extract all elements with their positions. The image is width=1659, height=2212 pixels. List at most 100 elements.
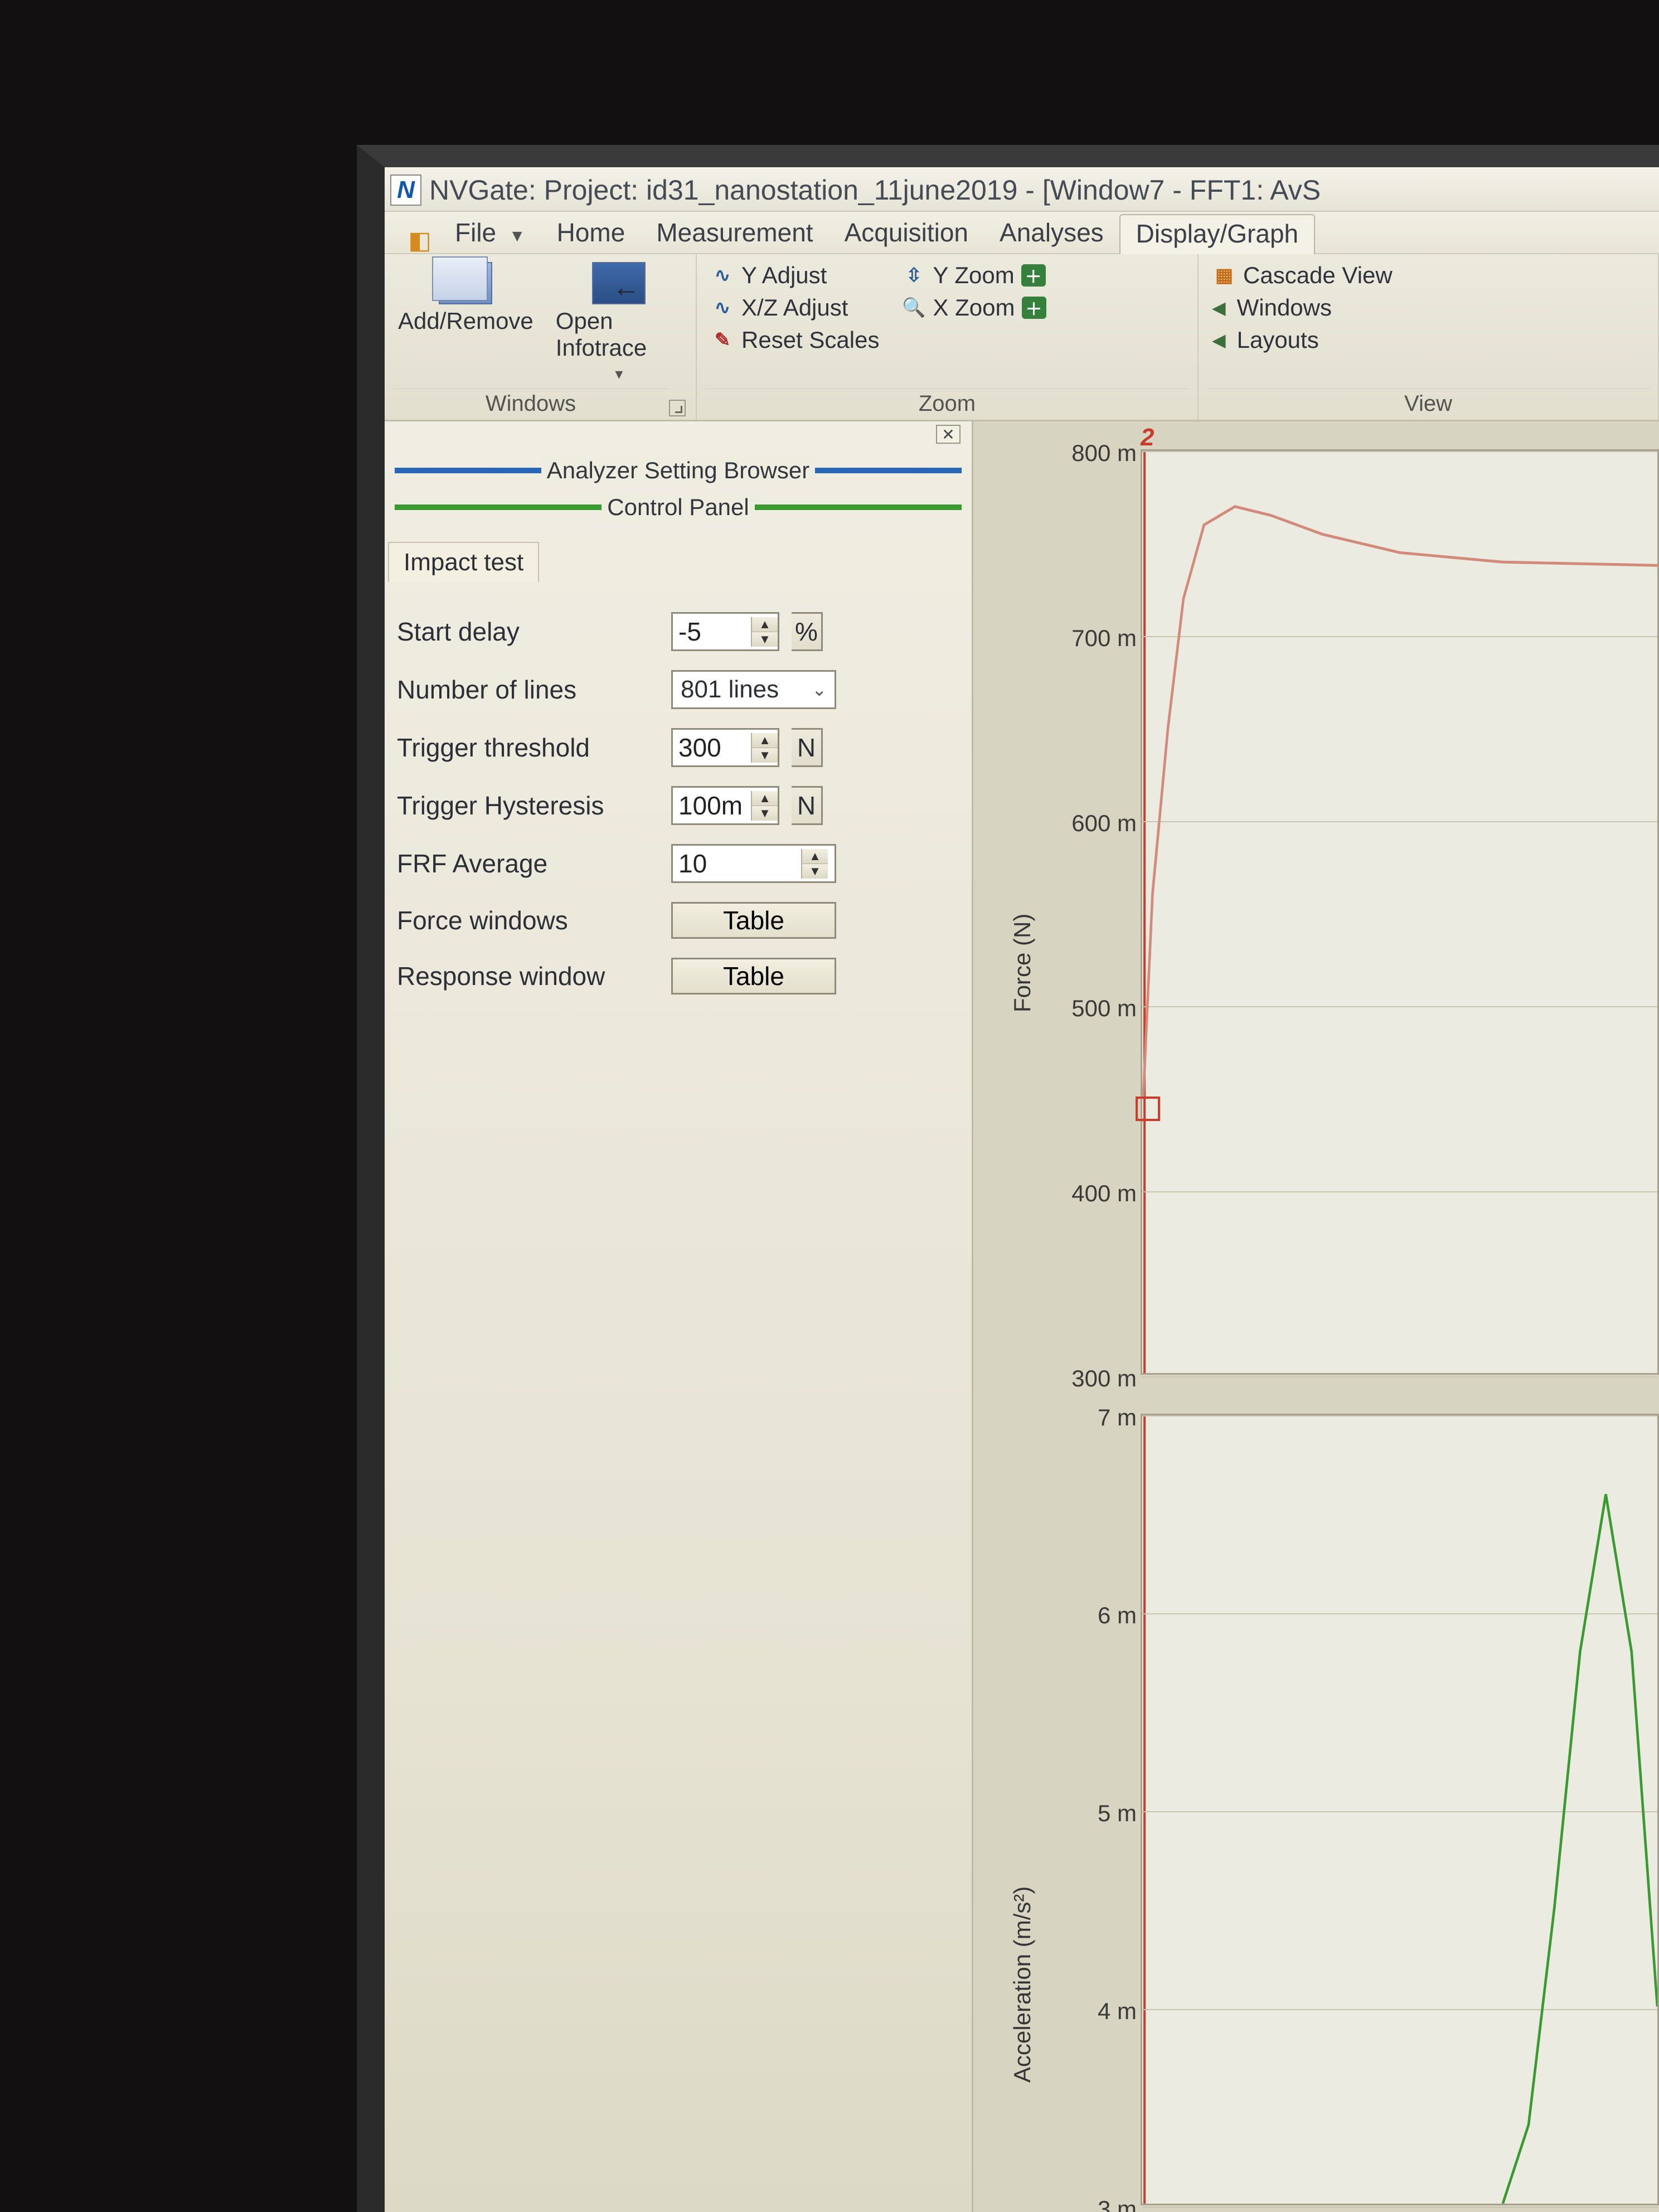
view-layouts-label: Layouts bbox=[1237, 327, 1319, 353]
tab-measurement[interactable]: Measurement bbox=[641, 214, 828, 253]
response-window-table-button[interactable]: Table bbox=[671, 958, 836, 995]
x-zoom-button[interactable]: 🔍 X Zoom ＋ bbox=[896, 293, 1051, 322]
triangle-left-icon: ◀ bbox=[1212, 297, 1226, 318]
tab-impact-test[interactable]: Impact test bbox=[388, 542, 539, 582]
tick-label: 400 m bbox=[1031, 1180, 1137, 1207]
number-of-lines-label: Number of lines bbox=[397, 675, 659, 705]
trigger-threshold-label: Trigger threshold bbox=[397, 733, 659, 763]
impact-test-form: Start delay ▲ ▼ % Number of lines 801 li… bbox=[385, 582, 972, 1025]
x-zoom-icon: 🔍 bbox=[901, 297, 926, 319]
spinner-up-icon[interactable]: ▲ bbox=[802, 849, 828, 864]
tick-label: 500 m bbox=[1031, 995, 1137, 1022]
xz-adjust-button[interactable]: ∿ X/Z Adjust bbox=[705, 293, 885, 322]
plot-area[interactable]: 2 Force (N) Acceleration (m/s²) 800 m 70… bbox=[973, 421, 1659, 2212]
tab-analyses[interactable]: Analyses bbox=[984, 214, 1119, 253]
cascade-view-icon: ▦ bbox=[1212, 264, 1236, 287]
spinner-down-icon[interactable]: ▼ bbox=[752, 806, 778, 821]
chevron-down-icon: ▼ bbox=[509, 227, 526, 245]
view-layouts-button[interactable]: ◀ Layouts bbox=[1206, 326, 1398, 355]
ribbon: Add/Remove Open Infotrace ▾ Windows ∿ bbox=[385, 254, 1659, 421]
spinner-up-icon[interactable]: ▲ bbox=[752, 733, 778, 748]
tab-display-graph[interactable]: Display/Graph bbox=[1119, 214, 1315, 254]
zoom-in-icon[interactable]: ＋ bbox=[1021, 264, 1046, 287]
ribbon-group-windows: Add/Remove Open Infotrace ▾ Windows bbox=[385, 254, 697, 420]
tab-acquisition[interactable]: Acquisition bbox=[829, 214, 984, 253]
tick-label: 3 m bbox=[1031, 2196, 1137, 2212]
spinner-down-icon[interactable]: ▼ bbox=[752, 632, 778, 647]
start-delay-input[interactable]: ▲ ▼ bbox=[671, 612, 779, 651]
ribbon-group-zoom: ∿ Y Adjust ∿ X/Z Adjust ✎ Reset Scales ⇳ bbox=[697, 254, 1199, 420]
force-trace bbox=[1142, 451, 1657, 1373]
y-adjust-icon: ∿ bbox=[710, 264, 735, 287]
y-zoom-label: Y Zoom bbox=[933, 262, 1014, 289]
start-delay-unit: % bbox=[792, 612, 823, 651]
start-delay-label: Start delay bbox=[397, 617, 659, 647]
left-side-panel: ✕ Analyzer Setting Browser Control Panel… bbox=[385, 421, 973, 2212]
control-panel-header[interactable]: Control Panel bbox=[395, 492, 962, 523]
y-adjust-button[interactable]: ∿ Y Adjust bbox=[705, 261, 885, 290]
y-zoom-icon: ⇳ bbox=[901, 264, 926, 287]
title-bar: N NVGate: Project: id31_nanostation_11ju… bbox=[385, 167, 1659, 212]
trigger-threshold-unit: N bbox=[792, 728, 823, 767]
tick-label: 4 m bbox=[1031, 1998, 1137, 2025]
spinner-down-icon[interactable]: ▼ bbox=[752, 748, 778, 763]
number-of-lines-select[interactable]: 801 lines ⌄ bbox=[671, 670, 836, 709]
frf-average-input[interactable]: ▲ ▼ bbox=[671, 844, 836, 883]
ribbon-group-view-label: View bbox=[1206, 389, 1650, 420]
start-delay-value[interactable] bbox=[673, 614, 751, 649]
analyzer-setting-browser-label: Analyzer Setting Browser bbox=[541, 457, 816, 484]
zoom-in-icon[interactable]: ＋ bbox=[1022, 297, 1046, 319]
app-window: N NVGate: Project: id31_nanostation_11ju… bbox=[357, 145, 1659, 2212]
windows-stack-icon bbox=[439, 262, 492, 304]
number-of-lines-value: 801 lines bbox=[681, 676, 779, 704]
ribbon-group-windows-label: Windows bbox=[392, 389, 669, 420]
accel-plot[interactable]: 7 m 6 m 5 m 4 m 3 m bbox=[1141, 1414, 1659, 2205]
ribbon-tab-row: ◧ File ▼ Home Measurement Acquisition An… bbox=[385, 212, 1659, 254]
spinner-up-icon[interactable]: ▲ bbox=[752, 791, 778, 806]
open-infotrace-label: Open Infotrace bbox=[556, 308, 682, 361]
response-window-label: Response window bbox=[397, 961, 659, 991]
trigger-hysteresis-value[interactable] bbox=[673, 788, 751, 823]
tick-label: 600 m bbox=[1031, 810, 1137, 837]
ribbon-group-view: ▦ Cascade View ◀ Windows ◀ Layouts View bbox=[1199, 254, 1659, 420]
reset-scales-icon: ✎ bbox=[710, 329, 735, 351]
ribbon-group-zoom-label: Zoom bbox=[705, 389, 1190, 420]
tick-label: 7 m bbox=[1031, 1404, 1137, 1431]
force-plot[interactable]: 800 m 700 m 600 m 500 m 400 m 300 m bbox=[1141, 449, 1659, 1375]
reset-scales-button[interactable]: ✎ Reset Scales bbox=[705, 326, 885, 355]
trigger-hysteresis-input[interactable]: ▲ ▼ bbox=[671, 786, 779, 825]
control-panel-label: Control Panel bbox=[601, 494, 754, 521]
tab-file-label: File bbox=[455, 218, 496, 247]
add-remove-button[interactable]: Add/Remove bbox=[392, 259, 539, 338]
dialog-launcher-icon[interactable] bbox=[669, 400, 686, 416]
app-logo-icon: N bbox=[390, 174, 421, 206]
frf-average-value[interactable] bbox=[673, 846, 801, 881]
x-zoom-label: X Zoom bbox=[933, 294, 1015, 321]
tick-label: 6 m bbox=[1031, 1602, 1137, 1629]
cursor-marker-2: 2 bbox=[1141, 424, 1154, 452]
cascade-view-button[interactable]: ▦ Cascade View bbox=[1206, 261, 1398, 290]
analyzer-setting-browser-header[interactable]: Analyzer Setting Browser bbox=[395, 455, 962, 486]
open-infotrace-button[interactable]: Open Infotrace ▾ bbox=[550, 259, 688, 386]
panel-close-button[interactable]: ✕ bbox=[936, 425, 961, 444]
trigger-hysteresis-unit: N bbox=[792, 786, 823, 825]
trigger-threshold-value[interactable] bbox=[673, 730, 751, 765]
app-menu-icon[interactable]: ◧ bbox=[407, 227, 433, 253]
spinner-up-icon[interactable]: ▲ bbox=[752, 617, 778, 632]
spinner-down-icon[interactable]: ▼ bbox=[802, 864, 828, 879]
chevron-down-icon: ▾ bbox=[615, 365, 623, 383]
tab-home[interactable]: Home bbox=[541, 214, 641, 253]
y-zoom-button[interactable]: ⇳ Y Zoom ＋ bbox=[896, 261, 1051, 290]
xz-adjust-icon: ∿ bbox=[710, 297, 735, 319]
tick-label: 800 m bbox=[1031, 440, 1137, 467]
accel-trace bbox=[1142, 1415, 1657, 2204]
tick-label: 5 m bbox=[1031, 1800, 1137, 1827]
cascade-view-label: Cascade View bbox=[1243, 262, 1393, 289]
frf-average-label: FRF Average bbox=[397, 848, 659, 879]
trigger-threshold-input[interactable]: ▲ ▼ bbox=[671, 728, 779, 767]
view-windows-label: Windows bbox=[1237, 294, 1332, 321]
tick-label: 300 m bbox=[1031, 1365, 1137, 1392]
tab-file[interactable]: File ▼ bbox=[439, 214, 541, 253]
view-windows-button[interactable]: ◀ Windows bbox=[1206, 293, 1398, 322]
force-windows-table-button[interactable]: Table bbox=[671, 902, 836, 939]
